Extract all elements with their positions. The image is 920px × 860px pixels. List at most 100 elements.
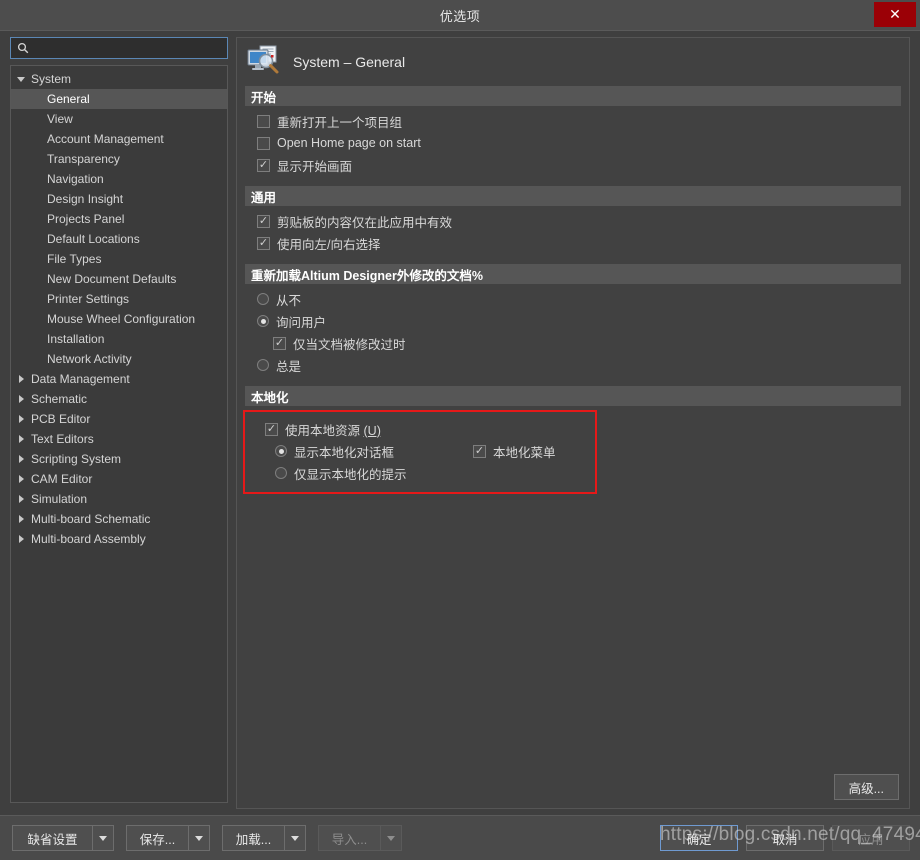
option-localized-hints-only-row[interactable]: 仅显示本地化的提示 bbox=[245, 462, 595, 484]
sidebar-item-simulation[interactable]: Simulation bbox=[11, 489, 227, 509]
option-show-localized-dialog-row[interactable]: 显示本地化对话框 ✓ 本地化菜单 bbox=[245, 440, 595, 462]
sidebar-item-account-management[interactable]: Account Management bbox=[11, 129, 227, 149]
chevron-down-icon[interactable] bbox=[13, 69, 29, 89]
option-row-总是[interactable]: 总是 bbox=[237, 354, 909, 376]
footer-button-保存-[interactable]: 保存... bbox=[126, 825, 210, 851]
option-row-显示开始画面[interactable]: ✓ 显示开始画面 bbox=[237, 154, 909, 176]
footer-button-缺省设置[interactable]: 缺省设置 bbox=[12, 825, 114, 851]
option-row-使用向左-向右选择[interactable]: ✓ 使用向左/向右选择 bbox=[237, 232, 909, 254]
sidebar-item-mouse-wheel-configuration[interactable]: Mouse Wheel Configuration bbox=[11, 309, 227, 329]
chevron-down-icon[interactable] bbox=[284, 825, 306, 851]
option-row-剪贴板的内容仅在此应用中有效[interactable]: ✓ 剪贴板的内容仅在此应用中有效 bbox=[237, 210, 909, 232]
chevron-right-icon[interactable] bbox=[13, 449, 29, 469]
sidebar-item-printer-settings[interactable]: Printer Settings bbox=[11, 289, 227, 309]
footer-button-label-保存-[interactable]: 保存... bbox=[126, 825, 188, 851]
option-row-重新打开上一个项目组[interactable]: 重新打开上一个项目组 bbox=[237, 110, 909, 132]
preferences-tree[interactable]: System General View Account Management Trans… bbox=[10, 65, 228, 803]
checkbox-localized-menu[interactable]: ✓ bbox=[473, 444, 486, 458]
checkbox-仅当文档被修改过时[interactable]: ✓ bbox=[273, 336, 286, 350]
advanced-button[interactable]: 高级... bbox=[833, 774, 899, 800]
chevron-right-icon[interactable] bbox=[13, 529, 29, 549]
option-row-仅当文档被修改过时[interactable]: ✓ 仅当文档被修改过时 bbox=[237, 332, 909, 354]
sidebar-item-file-types[interactable]: File Types bbox=[11, 249, 227, 269]
footer-button-label-加载-[interactable]: 加载... bbox=[222, 825, 284, 851]
sidebar-item-transparency[interactable]: Transparency bbox=[11, 149, 227, 169]
chevron-right-icon[interactable] bbox=[13, 469, 29, 489]
footer-button-加载-[interactable]: 加载... bbox=[222, 825, 306, 851]
radio-询问用户[interactable] bbox=[257, 315, 269, 327]
sidebar-item-design-insight[interactable]: Design Insight bbox=[11, 189, 227, 209]
option-label-总是: 总是 bbox=[276, 359, 302, 374]
sidebar-item-label: Multi-board Schematic bbox=[31, 512, 151, 526]
check-tick-icon: ✓ bbox=[258, 214, 269, 227]
section-header-startup: 开始 bbox=[245, 86, 901, 106]
sidebar-item-multi-board-assembly[interactable]: Multi-board Assembly bbox=[11, 529, 227, 549]
chevron-down-icon[interactable] bbox=[188, 825, 210, 851]
chevron-right-icon[interactable] bbox=[13, 409, 29, 429]
sidebar-item-pcb-editor[interactable]: PCB Editor bbox=[11, 409, 227, 429]
reload-options-group: 从不 询问用户 ✓ 仅当文档被修改过时总是 bbox=[237, 288, 909, 376]
option-row-从不[interactable]: 从不 bbox=[237, 288, 909, 310]
option-row-询问用户[interactable]: 询问用户 bbox=[237, 310, 909, 332]
chevron-right-icon[interactable] bbox=[13, 389, 29, 409]
radio-localized-hints-only[interactable] bbox=[275, 467, 287, 479]
radio-从不[interactable] bbox=[257, 293, 269, 305]
radio-dot-icon bbox=[260, 318, 266, 324]
option-localized-menu-row[interactable]: ✓ 本地化菜单 bbox=[473, 442, 556, 461]
sidebar-item-label: PCB Editor bbox=[31, 412, 91, 426]
radio-show-localized-dialog[interactable] bbox=[275, 445, 287, 457]
radio-dot-icon bbox=[278, 448, 284, 454]
chevron-right-icon[interactable] bbox=[13, 369, 29, 389]
search-box[interactable] bbox=[10, 37, 228, 59]
sidebar-item-label: Scripting System bbox=[31, 452, 122, 466]
sidebar-item-schematic[interactable]: Schematic bbox=[11, 389, 227, 409]
sidebar-item-default-locations[interactable]: Default Locations bbox=[11, 229, 227, 249]
option-label-localized-menu: 本地化菜单 bbox=[493, 445, 556, 460]
sidebar-item-installation[interactable]: Installation bbox=[11, 329, 227, 349]
sidebar-item-view[interactable]: View bbox=[11, 109, 227, 129]
sidebar-item-text-editors[interactable]: Text Editors bbox=[11, 429, 227, 449]
preferences-dialog: 优选项 ✕ System General View Account Managemen… bbox=[0, 0, 920, 860]
radio-总是[interactable] bbox=[257, 359, 269, 371]
footer-button-确定[interactable]: 确定 bbox=[660, 825, 738, 851]
checkbox-使用向左-向右选择[interactable]: ✓ bbox=[257, 236, 270, 250]
sidebar-item-general[interactable]: General bbox=[11, 89, 227, 109]
search-input[interactable] bbox=[32, 39, 227, 57]
checkbox-剪贴板的内容仅在此应用中有效[interactable]: ✓ bbox=[257, 214, 270, 228]
footer-button-取消[interactable]: 取消 bbox=[746, 825, 824, 851]
sidebar-item-new-document-defaults[interactable]: New Document Defaults bbox=[11, 269, 227, 289]
footer-bar: 缺省设置 保存... 加载... 导入... 确定 取消 应用 bbox=[0, 815, 920, 860]
chevron-right-icon[interactable] bbox=[13, 489, 29, 509]
chevron-right-icon[interactable] bbox=[13, 509, 29, 529]
chevron-right-icon[interactable] bbox=[13, 429, 29, 449]
option-label-重新打开上一个项目组: 重新打开上一个项目组 bbox=[277, 115, 403, 130]
checkbox-显示开始画面[interactable]: ✓ bbox=[257, 158, 270, 172]
sidebar-item-data-management[interactable]: Data Management bbox=[11, 369, 227, 389]
sidebar-item-projects-panel[interactable]: Projects Panel bbox=[11, 209, 227, 229]
sidebar-item-system[interactable]: System bbox=[11, 69, 227, 89]
checkbox-open-home-page-on-start[interactable] bbox=[257, 136, 270, 150]
dialog-body: System General View Account Management Trans… bbox=[0, 30, 920, 817]
chevron-down-icon[interactable] bbox=[92, 825, 114, 851]
check-tick-icon: ✓ bbox=[266, 422, 277, 435]
chevron-down-icon bbox=[380, 825, 402, 851]
footer-button-label-缺省设置[interactable]: 缺省设置 bbox=[12, 825, 92, 851]
checkbox-重新打开上一个项目组[interactable] bbox=[257, 114, 270, 128]
sidebar-item-network-activity[interactable]: Network Activity bbox=[11, 349, 227, 369]
section-header-reload: 重新加载Altium Designer外修改的文档% bbox=[245, 264, 901, 284]
option-row-open-home-page-on-start[interactable]: Open Home page on start bbox=[237, 132, 909, 154]
sidebar-item-label: Multi-board Assembly bbox=[31, 532, 146, 546]
option-use-local-resources[interactable]: ✓ 使用本地资源 (U) bbox=[245, 418, 595, 440]
sidebar-item-multi-board-schematic[interactable]: Multi-board Schematic bbox=[11, 509, 227, 529]
sidebar-item-cam-editor[interactable]: CAM Editor bbox=[11, 469, 227, 489]
sidebar-item-scripting-system[interactable]: Scripting System bbox=[11, 449, 227, 469]
close-icon[interactable]: ✕ bbox=[874, 2, 916, 27]
sidebar-item-navigation[interactable]: Navigation bbox=[11, 169, 227, 189]
checkbox-use-local-resources[interactable]: ✓ bbox=[265, 422, 278, 436]
page-title: System – General bbox=[293, 54, 406, 70]
sidebar-item-label: Network Activity bbox=[47, 352, 132, 366]
